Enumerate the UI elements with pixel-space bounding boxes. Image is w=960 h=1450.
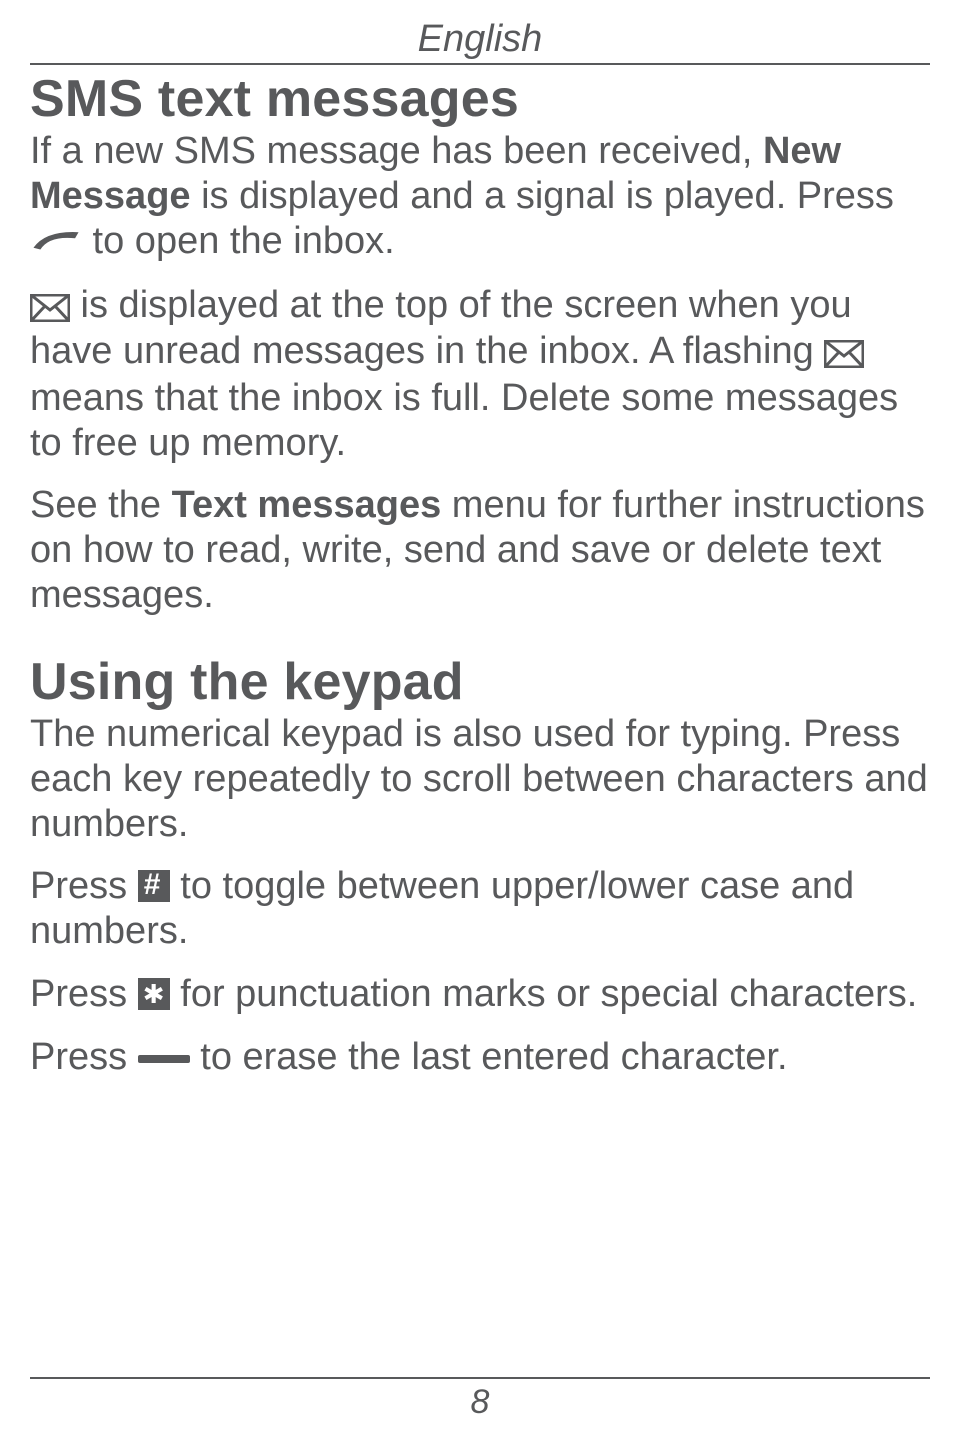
call-icon (30, 220, 82, 265)
hash-key-icon (138, 870, 170, 902)
keypad-paragraph-3: Press for punctuation marks or special c… (30, 972, 930, 1017)
keypad-paragraph-1: The numerical keypad is also used for ty… (30, 712, 930, 846)
text: Press (30, 973, 138, 1015)
sms-paragraph-3: See the Text messages menu for further i… (30, 483, 930, 617)
keypad-paragraph-4: Press to erase the last entered characte… (30, 1035, 930, 1080)
sms-paragraph-1: If a new SMS message has been received, … (30, 129, 930, 265)
text: Press (30, 865, 138, 907)
star-key-icon (138, 978, 170, 1010)
section-title-sms: SMS text messages (30, 69, 930, 129)
envelope-icon (824, 331, 864, 376)
sms-paragraph-2: is displayed at the top of the screen wh… (30, 283, 930, 465)
page-footer: 8 (30, 1377, 930, 1422)
header-rule (30, 63, 930, 65)
text: Press (30, 1036, 138, 1078)
text: is displayed and a signal is played. Pre… (191, 175, 894, 217)
footer-rule (30, 1377, 930, 1379)
keypad-paragraph-2: Press to toggle between upper/lower case… (30, 864, 930, 954)
section-title-keypad: Using the keypad (30, 652, 930, 712)
text: is displayed at the top of the screen wh… (30, 284, 852, 372)
text-messages-bold: Text messages (172, 484, 442, 526)
text: for punctuation marks or special charact… (170, 973, 918, 1015)
clear-key-icon (138, 1055, 190, 1063)
header-language: English (30, 18, 930, 61)
text: See the (30, 484, 172, 526)
text: If a new SMS message has been received, (30, 130, 763, 172)
text: means that the inbox is full. Delete som… (30, 377, 898, 464)
text: to erase the last entered character. (190, 1036, 788, 1078)
text: to open the inbox. (82, 220, 395, 262)
envelope-icon (30, 285, 70, 330)
page-number: 8 (30, 1383, 930, 1422)
